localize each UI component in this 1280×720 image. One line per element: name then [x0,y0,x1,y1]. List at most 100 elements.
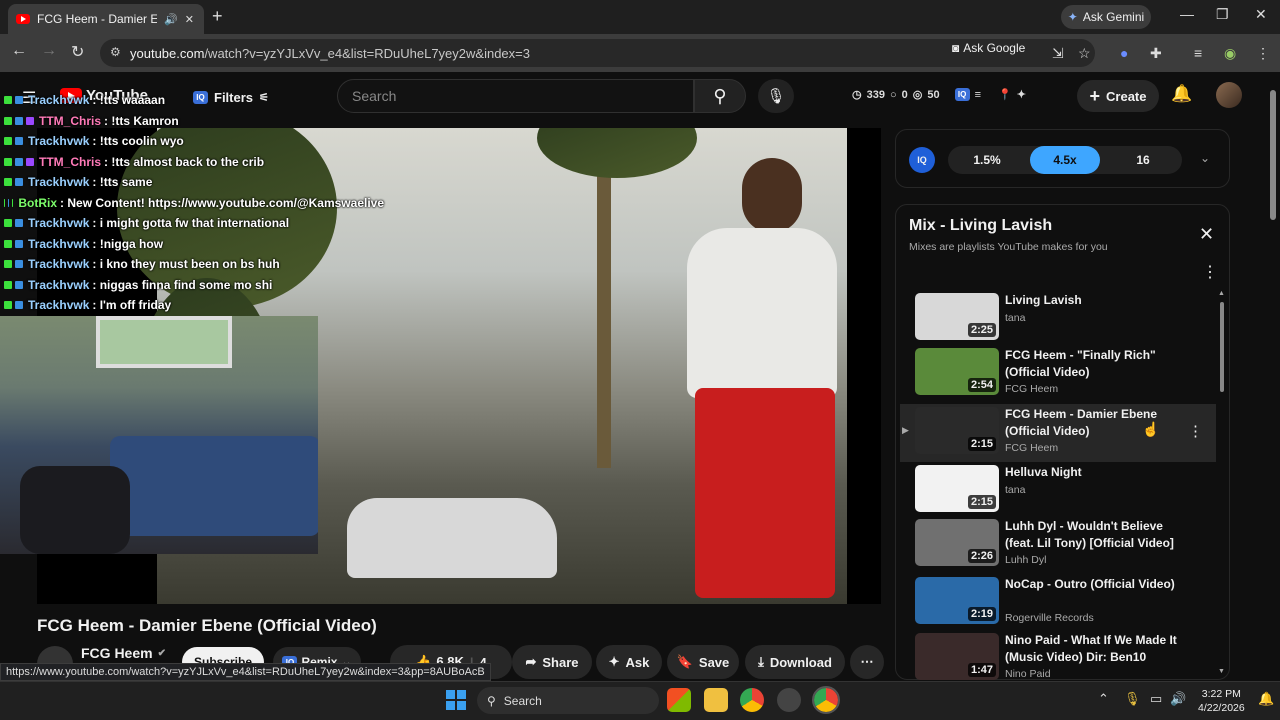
audio-playing-icon[interactable]: 🔊 [164,13,178,26]
seg-1-5-percent[interactable]: 1.5% [952,146,1022,174]
playlist-thumbnail[interactable]: 2:54 [915,348,999,395]
chat-username: Trackhvwk [28,216,90,231]
ask-gemini-button[interactable]: ✦ Ask Gemini [1061,5,1151,29]
playlist-more-icon[interactable]: ⋮ [1202,262,1218,282]
share-button[interactable]: ➦ Share [512,645,592,679]
close-window-icon[interactable]: ✕ [1255,6,1267,23]
playlist-thumbnail[interactable]: 2:26 [915,519,999,566]
video-duration: 2:54 [967,378,996,392]
windows-start-icon[interactable] [446,690,466,710]
network-icon[interactable]: ▭ [1150,691,1162,707]
scroll-down-icon[interactable]: ▼ [1218,668,1225,675]
playlist-item[interactable]: 2:15 Helluva Night tana [900,462,1216,520]
room-window [96,316,232,368]
playlist-item-channel: Nino Paid [1005,668,1051,680]
browser-tab[interactable]: FCG Heem - Damier Ebene 🔊 ✕ [8,4,204,34]
taskbar-search[interactable]: ⚲ Search [477,687,659,714]
ask-google-button[interactable]: ◙ Ask Google [952,38,1040,58]
maximize-icon[interactable]: ❐ [1216,6,1229,23]
page-scrollbar[interactable] [1270,90,1276,220]
item-more-icon[interactable]: ⋮ [1188,422,1203,440]
search-button[interactable]: ⚲ [694,79,746,113]
profile-icon[interactable]: ◉ [1224,45,1236,62]
playlist-item-title: Helluva Night [1005,465,1082,479]
iq-icon[interactable]: IQ [954,88,970,101]
file-explorer-icon[interactable] [704,688,728,712]
seg-16[interactable]: 16 [1108,146,1178,174]
list-icon[interactable]: ≡ [975,89,981,101]
playlist-thumbnail[interactable]: 2:15 [915,407,999,454]
playlist-thumbnail[interactable]: 1:47 [915,633,999,680]
youtube-search-input[interactable]: Search [337,79,694,113]
account-avatar[interactable] [1216,82,1242,108]
blue-badge-icon [8,198,10,207]
playlist-item[interactable]: ▶ 2:15 FCG Heem - Damier Ebene (Official V… [900,404,1216,462]
pin-icon[interactable]: 📍 [998,88,1012,101]
playlist-scrollbar[interactable] [1220,302,1224,392]
forward-arrow-icon[interactable]: → [41,42,57,60]
install-app-icon[interactable]: ⇲ [1052,45,1064,62]
sparkle-icon[interactable]: ✦ [1017,88,1026,101]
playlist-item[interactable]: 2:19 NoCap - Outro (Official Video) Rogerv… [900,574,1216,632]
playlist-item[interactable]: 2:54 FCG Heem - "Finally Rich" (Official … [900,345,1216,403]
green-badge-icon [4,157,12,166]
new-tab-button[interactable]: + [212,6,223,27]
blue-badge-icon [15,116,23,125]
volume-icon[interactable]: 🔊 [1170,691,1186,707]
tray-chevron-icon[interactable]: ⌃ [1098,691,1109,707]
address-bar[interactable]: ⚙ youtube.com/watch?v=yzYJLxVv_e4&list=R… [100,39,1095,67]
plus-icon: + [1089,85,1101,106]
close-playlist-icon[interactable]: ✕ [1199,224,1214,245]
microphone-tray-icon[interactable]: 🎙 [1124,691,1141,707]
taskbar-clock[interactable]: 3:22 PM 4/22/2026 [1198,687,1245,715]
minimize-icon[interactable]: — [1180,6,1194,22]
media-queue-icon[interactable]: ≡ [1194,45,1202,61]
chrome-icon[interactable] [740,688,764,712]
create-button[interactable]: + Create [1077,80,1159,112]
iq-logo[interactable]: IQ [909,147,935,173]
download-button[interactable]: ⤓ Download [745,645,845,679]
site-info-icon[interactable]: ⚙ [110,45,121,59]
lens-icon: ◙ [952,41,960,55]
chevron-down-icon[interactable]: ⌄ [1200,151,1210,165]
back-arrow-icon[interactable]: ← [11,42,27,60]
playlist-thumbnail[interactable]: 2:15 [915,465,999,512]
sparkle-icon: ✦ [608,654,620,669]
chat-username: Trackhvwk [28,236,90,251]
app-icon[interactable] [777,688,801,712]
playlist-item[interactable]: 2:25 Living Lavish tana [900,290,1216,348]
seg-4-5x[interactable]: 4.5x [1030,146,1100,174]
verified-check-icon: ✔ [157,647,166,659]
chat-username: Trackhvwk [28,257,90,272]
reload-icon[interactable]: ↻ [71,42,84,62]
mouse-cursor-icon: ☝ [1142,421,1160,437]
playlist-item[interactable]: 1:47 Nino Paid - What If We Made It (Musi… [900,630,1216,688]
channel-name: FCG Heem [81,645,153,661]
extension-stats[interactable]: ◷ 339 ○ 0 ◎ 50 IQ ≡ 📍 ✦ [852,88,1026,101]
more-actions-button[interactable]: ⋯ [850,645,884,679]
green-badge-icon [4,219,12,228]
playlist-thumbnail[interactable]: 2:25 [915,293,999,340]
playlist-title[interactable]: Mix - Living Lavish [909,217,1052,235]
store-app-icon[interactable] [667,688,691,712]
blue-badge-icon [15,239,23,248]
notification-center-icon[interactable]: 🔔 [1258,691,1274,707]
extensions-puzzle-icon[interactable]: ✚ [1150,45,1162,62]
ask-button[interactable]: ✦ Ask [596,645,662,679]
playlist-thumbnail[interactable]: 2:19 [915,577,999,624]
bookmark-star-icon[interactable]: ☆ [1078,45,1091,62]
video-duration: 2:19 [967,607,996,621]
chat-username: TTM_Chris [39,113,102,128]
channel-name-link[interactable]: FCG Heem ✔ [81,645,166,661]
scroll-up-icon[interactable]: ▲ [1218,290,1225,297]
chrome-active-icon[interactable] [812,686,840,714]
playlist-item[interactable]: 2:26 Luhh Dyl - Wouldn't Believe (feat. L… [900,516,1216,574]
browser-menu-icon[interactable]: ⋮ [1256,45,1270,62]
extension-icon[interactable]: ● [1120,45,1128,61]
notifications-bell-icon[interactable]: 🔔 [1171,84,1192,104]
save-button[interactable]: 🔖 Save [667,645,739,679]
search-icon: ⚲ [713,85,727,106]
tab-close-icon[interactable]: ✕ [185,13,194,26]
url-host: youtube.com [130,45,205,61]
voice-search-button[interactable]: 🎙 [758,79,794,113]
